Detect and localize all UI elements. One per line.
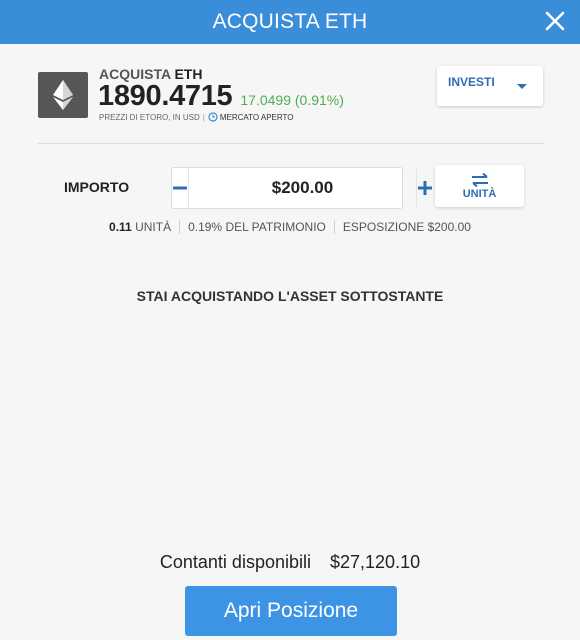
minus-icon [173, 186, 187, 190]
available-cash-value: $27,120.10 [330, 552, 421, 572]
available-cash-label: Contanti disponibili [159, 552, 311, 572]
units-stat-label: UNITÀ [135, 220, 172, 234]
units-value: 0.11 [109, 220, 132, 234]
price-source-row: PREZZI DI ETORO, IN USD | MERCATO APERTO [99, 112, 293, 122]
position-stats: 0.11 UNITÀ 0.19% DEL PATRIMONIO ESPOSIZI… [0, 220, 580, 234]
clock-icon [208, 112, 218, 122]
available-cash: Contanti disponibili $27,120.10 [0, 552, 580, 573]
market-status: MERCATO APERTO [219, 112, 294, 122]
plus-icon [418, 181, 432, 195]
current-price: 1890.4715 [98, 80, 233, 112]
close-button[interactable] [540, 5, 570, 37]
price-source: PREZZI DI ETORO, IN USD [99, 112, 200, 122]
underlying-asset-notice: STAI ACQUISTANDO L'ASSET SOTTOSTANTE [136, 288, 444, 304]
exposure-stat: ESPOSIZIONE $200.00 [333, 220, 479, 234]
price-change: 17.0499 (0.91%) [240, 92, 344, 108]
instrument-logo [38, 72, 88, 118]
close-icon [545, 11, 565, 31]
modal-header: ACQUISTA ETH [0, 0, 580, 44]
units-stat: 0.11 UNITÀ [101, 220, 179, 234]
separator: | [202, 112, 205, 122]
price-row: 1890.4715 17.0499 (0.91%) [98, 80, 344, 113]
chevron-down-icon [517, 83, 527, 89]
units-toggle-label: UNITÀ [462, 187, 497, 200]
equity-stat: 0.19% DEL PATRIMONIO [179, 220, 334, 234]
divider [38, 143, 544, 144]
units-toggle-button[interactable]: UNITÀ [435, 165, 524, 207]
swap-arrows-icon [471, 172, 488, 187]
invest-dropdown[interactable]: INVESTI [437, 66, 543, 106]
amount-input[interactable] [189, 168, 416, 208]
amount-label: IMPORTO [64, 179, 130, 195]
increase-amount-button[interactable] [416, 168, 433, 208]
decrease-amount-button[interactable] [172, 168, 189, 208]
modal-title: ACQUISTA ETH [212, 10, 368, 33]
open-position-button[interactable]: Apri Posizione [185, 586, 397, 636]
amount-stepper [171, 167, 432, 209]
ethereum-icon [53, 80, 73, 110]
invest-dropdown-label: INVESTI [448, 75, 495, 89]
